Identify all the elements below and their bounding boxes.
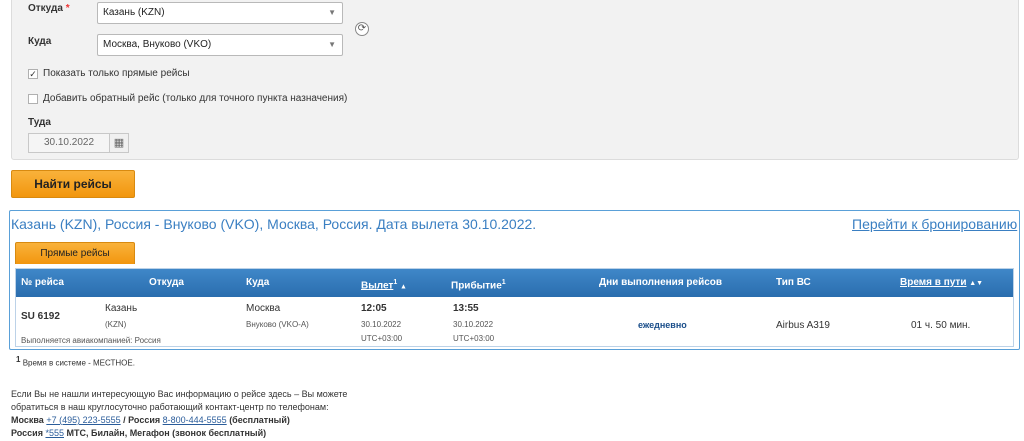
col-arrival: Прибытие1 xyxy=(451,279,506,292)
arrival-date: 30.10.2022 xyxy=(453,320,494,329)
caret-down-icon: ▼ xyxy=(328,40,336,49)
col-from: Откуда xyxy=(149,277,184,288)
departure-time: 12:05 xyxy=(361,303,387,314)
to-select[interactable]: Москва, Внуково (VKO) ▼ xyxy=(97,34,343,56)
mobile-phone-link[interactable]: *555 xyxy=(45,428,64,438)
search-flights-button[interactable]: Найти рейсы xyxy=(11,170,135,198)
from-code: (KZN) xyxy=(105,320,127,329)
arrival-tz: UTC+03:00 xyxy=(453,334,495,343)
operating-days: ежедневно xyxy=(638,320,687,330)
direct-only-option[interactable]: ✓ Показать только прямые рейсы xyxy=(28,68,190,79)
sort-icon[interactable]: ▲▼ xyxy=(969,280,983,287)
table-header: № рейса Откуда Куда Вылет1 ▲ Прибытие1 Д… xyxy=(16,269,1013,297)
return-flight-checkbox[interactable] xyxy=(28,93,38,104)
flight-duration: 01 ч. 50 мин. xyxy=(911,320,971,331)
col-to: Куда xyxy=(246,277,270,288)
search-panel xyxy=(11,0,1019,160)
date-input[interactable]: 30.10.2022 xyxy=(28,133,110,153)
departure-date: 30.10.2022 xyxy=(361,320,402,329)
col-duration[interactable]: Время в пути ▲▼ xyxy=(900,269,983,297)
direct-only-checkbox[interactable]: ✓ xyxy=(28,68,38,79)
to-city: Москва xyxy=(246,303,281,314)
route-title: Казань (KZN), Россия - Внуково (VKO), Мо… xyxy=(11,216,537,232)
departure-tz: UTC+03:00 xyxy=(361,334,403,343)
from-city: Казань xyxy=(105,303,138,314)
arrival-time: 13:55 xyxy=(453,303,479,314)
sort-asc-icon[interactable]: ▲ xyxy=(400,283,407,290)
caret-down-icon: ▼ xyxy=(328,8,336,17)
from-select[interactable]: Казань (KZN) ▼ xyxy=(97,2,343,24)
aircraft-type: Airbus A319 xyxy=(776,320,830,331)
contact-info: Если Вы не нашли интересующую Вас информ… xyxy=(11,389,348,438)
russia-phone-link[interactable]: 8-800-444-5555 xyxy=(163,415,227,425)
col-aircraft: Тип ВС xyxy=(776,277,811,288)
moscow-phone-link[interactable]: +7 (495) 223-5555 xyxy=(46,415,120,425)
time-footnote: 1 Время в системе - МЕСТНОЕ. xyxy=(16,355,135,368)
col-days: Дни выполнения рейсов xyxy=(599,277,723,288)
swap-icon[interactable]: ⟳ xyxy=(355,22,369,36)
to-airport: Внуково (VKO-A) xyxy=(246,320,309,329)
tab-direct-flights[interactable]: Прямые рейсы xyxy=(15,242,135,264)
col-departure[interactable]: Вылет1 ▲ xyxy=(361,269,407,297)
from-label: Откуда * xyxy=(28,3,70,14)
flight-number: SU 6192 xyxy=(21,311,60,322)
date-label: Туда xyxy=(28,117,51,128)
flights-table: № рейса Откуда Куда Вылет1 ▲ Прибытие1 Д… xyxy=(15,268,1014,347)
booking-link[interactable]: Перейти к бронированию xyxy=(852,216,1017,232)
return-flight-option[interactable]: Добавить обратный рейс (только для точно… xyxy=(28,93,347,104)
operated-by: Выполняется авиакомпанией: Россия xyxy=(21,336,161,345)
calendar-icon[interactable]: ▦ xyxy=(109,133,129,153)
to-label: Куда xyxy=(28,36,52,47)
col-flight: № рейса xyxy=(21,277,64,288)
